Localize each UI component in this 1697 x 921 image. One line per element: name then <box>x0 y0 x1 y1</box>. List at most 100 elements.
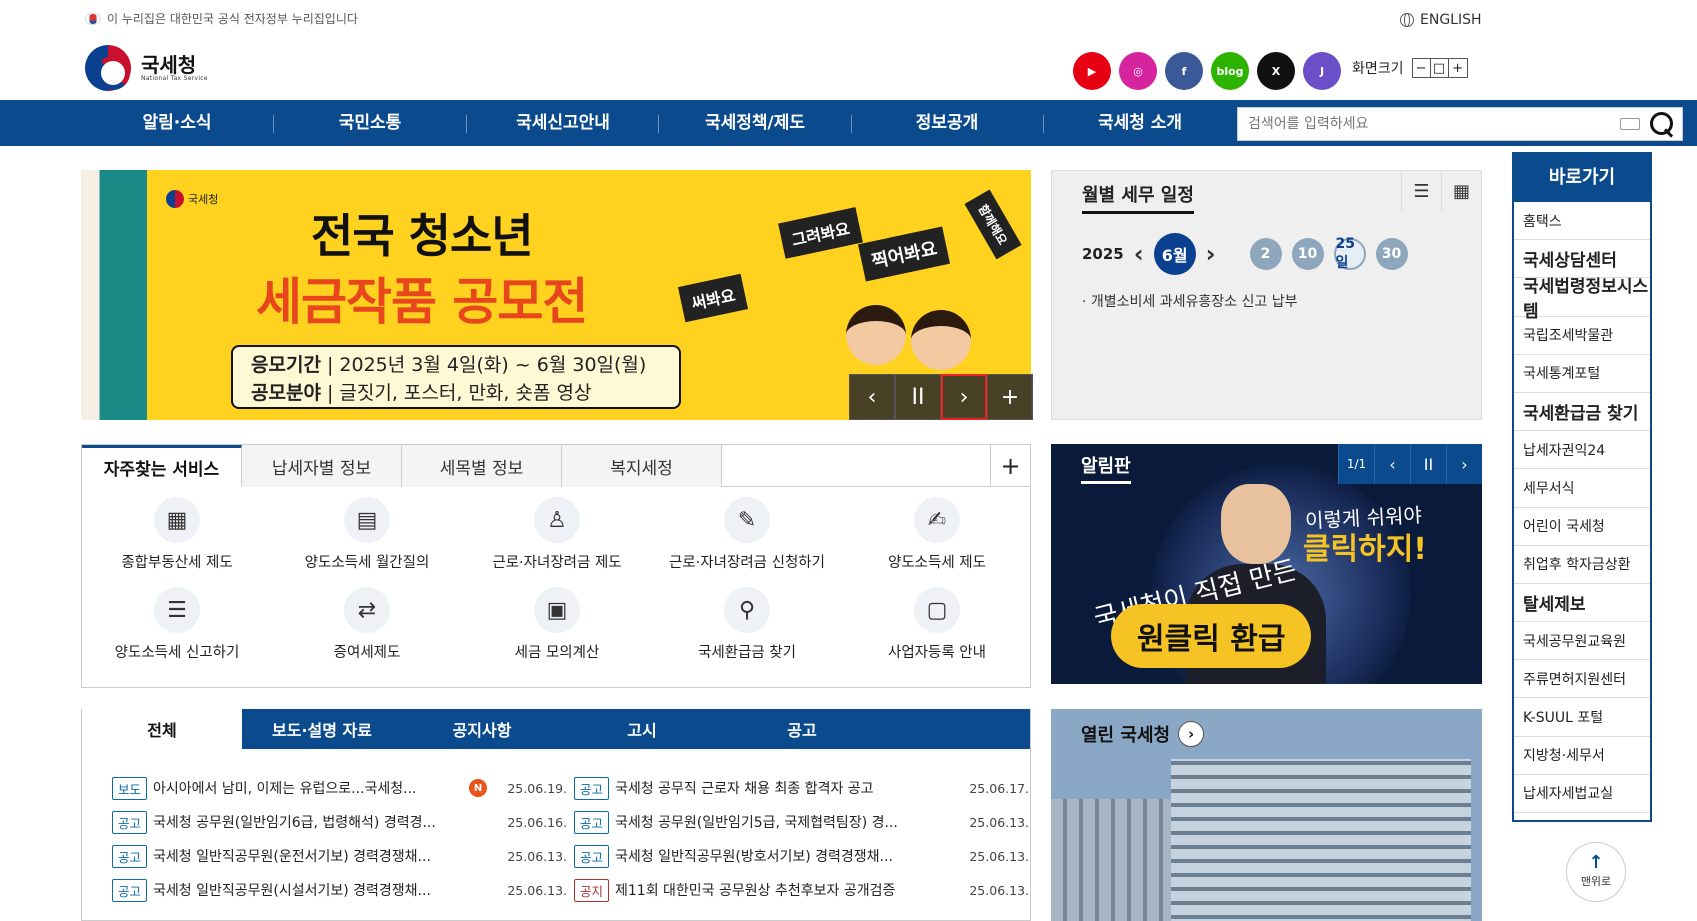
quick-link-item[interactable]: 탈세제보 <box>1514 584 1650 623</box>
english-link[interactable]: ENGLISH <box>1400 12 1482 28</box>
news-panel: 전체 보도·설명 자료 공지사항 고시 공고 보도 아시아에서 남미, 이제는 유… <box>81 709 1031 921</box>
logo-title: 국세청 <box>141 52 197 77</box>
news-row[interactable]: 공고 국세청 일반직공무원(운전서기보) 경력경쟁채... 25.06.13. <box>112 839 567 873</box>
service-item[interactable]: ✍ 양도소득세 제도 <box>842 497 1032 587</box>
quick-link-item[interactable]: 어린이 국세청 <box>1514 508 1650 546</box>
tab-all[interactable]: 전체 <box>82 709 242 749</box>
service-item[interactable]: ⇄ 증여세제도 <box>272 587 462 677</box>
instagram-icon[interactable]: ◎ <box>1119 52 1157 90</box>
service-item[interactable]: ▣ 세금 모의계산 <box>462 587 652 677</box>
service-item[interactable]: ▦ 종합부동산세 제도 <box>82 497 272 587</box>
schedule-day[interactable]: 2 <box>1249 238 1282 270</box>
banner-prev-button[interactable]: ‹ <box>849 374 895 420</box>
news-title-link[interactable]: 국세청 일반직공무원(시설서기보) 경력경쟁채... <box>153 880 503 900</box>
youtube-icon[interactable]: ▶ <box>1073 52 1111 90</box>
nav-about[interactable]: 국세청 소개 <box>1045 100 1235 146</box>
quick-link-item[interactable]: 국립조세박물관 <box>1514 317 1650 355</box>
calendar-icon[interactable]: ▦ <box>1441 171 1481 211</box>
nav-disclosure[interactable]: 정보공개 <box>852 100 1042 146</box>
nav-communication[interactable]: 국민소통 <box>275 100 465 146</box>
notice-pause-button[interactable]: II <box>1410 444 1446 484</box>
service-item[interactable]: ⚲ 국세환급금 찾기 <box>652 587 842 677</box>
news-title-link[interactable]: 국세청 공무원(일반임기5급, 국제협력팀장) 경... <box>615 812 965 832</box>
list-view-icon[interactable]: ☰ <box>1401 171 1441 211</box>
banner-next-button[interactable]: › <box>941 374 987 420</box>
nav-news[interactable]: 알림·소식 <box>82 100 272 146</box>
quick-link-item[interactable]: 납세자세법교실 <box>1514 775 1650 813</box>
field-label: 공모분야 <box>251 382 321 404</box>
nav-filing-guide[interactable]: 국세신고안내 <box>468 100 658 146</box>
news-title-link[interactable]: 아시아에서 남미, 이제는 유럽으로...국세청... <box>153 778 463 798</box>
tab-notices[interactable]: 공지사항 <box>402 709 562 749</box>
open-nts-title[interactable]: 열린 국세청 › <box>1081 721 1205 747</box>
quick-link-item[interactable]: 지방청·세무서 <box>1514 737 1650 775</box>
tab-tax-item-info[interactable]: 세목별 정보 <box>402 445 562 487</box>
news-row[interactable]: 공고 국세청 일반직공무원(방호서기보) 경력경쟁채... 25.06.13. <box>574 839 1029 873</box>
service-item[interactable]: ✎ 근로·자녀장려금 신청하기 <box>652 497 842 587</box>
quick-link-item[interactable]: 홈택스 <box>1514 202 1650 241</box>
tab-taxpayer-info[interactable]: 납세자별 정보 <box>242 445 402 487</box>
tab-frequent-services[interactable]: 자주찾는 서비스 <box>82 445 242 487</box>
next-month-icon[interactable]: › <box>1206 240 1216 268</box>
tab-announcements[interactable]: 고시 <box>562 709 722 749</box>
notice-board-banner[interactable]: 알림판 1/1 ‹ II › 이렇게 쉬워야 클릭하지! 국세청이 직접 만든 … <box>1051 444 1482 684</box>
service-item[interactable]: ☰ 양도소득세 신고하기 <box>82 587 272 677</box>
news-row[interactable]: 공고 국세청 공무직 근로자 채용 최종 합격자 공고 25.06.17. <box>574 771 1029 805</box>
quick-link-item[interactable]: K-SUUL 포털 <box>1514 698 1650 737</box>
open-nts-panel[interactable]: 열린 국세청 › <box>1051 709 1482 921</box>
news-title-link[interactable]: 국세청 일반직공무원(방호서기보) 경력경쟁채... <box>615 846 965 866</box>
virtual-keyboard-icon[interactable] <box>1620 118 1640 130</box>
quick-link-item[interactable]: 취업후 학자금상환 <box>1514 546 1650 584</box>
kakao-icon[interactable]: J <box>1303 52 1341 90</box>
quick-link-item[interactable]: 주류면허지원센터 <box>1514 660 1650 699</box>
site-logo[interactable]: 국세청 National Tax Service <box>85 45 208 91</box>
news-title-link[interactable]: 국세청 공무원(일반임기6급, 법령해석) 경력경... <box>153 812 503 832</box>
facebook-icon[interactable]: f <box>1165 52 1203 90</box>
prev-month-icon[interactable]: ‹ <box>1134 240 1144 268</box>
gov-notice-text: 이 누리집은 대한민국 공식 전자정부 누리집입니다 <box>107 12 358 26</box>
news-title-link[interactable]: 국세청 일반직공무원(운전서기보) 경력경쟁채... <box>153 846 503 866</box>
news-row[interactable]: 공고 국세청 공무원(일반임기5급, 국제협력팀장) 경... 25.06.13. <box>574 805 1029 839</box>
back-to-top-button[interactable]: ↑ 맨위로 <box>1566 842 1626 902</box>
service-label: 양도소득세 월간질의 <box>304 555 430 571</box>
news-row[interactable]: 보도 아시아에서 남미, 이제는 유럽으로...국세청... N 25.06.19. <box>112 771 567 805</box>
zoom-reset-button[interactable]: □ <box>1431 59 1449 77</box>
banner-pause-button[interactable]: II <box>895 374 941 420</box>
person-icon: ♙ <box>534 497 580 543</box>
notice-prev-button[interactable]: ‹ <box>1374 444 1410 484</box>
quick-link-item[interactable]: 납세자권익24 <box>1514 431 1650 470</box>
tab-press-releases[interactable]: 보도·설명 자료 <box>242 709 402 749</box>
service-item[interactable]: ▢ 사업자등록 안내 <box>842 587 1032 677</box>
notice-next-button[interactable]: › <box>1446 444 1482 484</box>
blog-icon[interactable]: blog <box>1211 52 1249 90</box>
quick-link-item[interactable]: 국세통계포털 <box>1514 355 1650 393</box>
tab-public-notices[interactable]: 공고 <box>722 709 882 749</box>
schedule-day-selected[interactable]: 25일 <box>1333 236 1366 271</box>
search-input[interactable] <box>1238 108 1620 140</box>
zoom-out-button[interactable]: − <box>1413 59 1431 77</box>
schedule-day[interactable]: 10 <box>1291 238 1324 270</box>
news-title-link[interactable]: 제11회 대한민국 공무원상 추천후보자 공개검증 <box>615 880 965 900</box>
service-item[interactable]: ♙ 근로·자녀장려금 제도 <box>462 497 652 587</box>
schedule-note[interactable]: · 개별소비세 과세유흥장소 신고 납부 <box>1082 291 1297 311</box>
news-row[interactable]: 공고 국세청 일반직공무원(시설서기보) 경력경쟁채... 25.06.13. <box>112 873 567 907</box>
news-title-link[interactable]: 국세청 공무직 근로자 채용 최종 합격자 공고 <box>615 778 965 798</box>
schedule-day[interactable]: 30 <box>1375 238 1408 270</box>
services-more-button[interactable]: + <box>990 445 1030 486</box>
x-icon[interactable]: X <box>1257 52 1295 90</box>
news-row[interactable]: 공고 국세청 공무원(일반임기6급, 법령해석) 경력경... 25.06.16. <box>112 805 567 839</box>
quick-link-item[interactable]: 세무서식 <box>1514 469 1650 508</box>
quick-link-item[interactable]: 국세공무원교육원 <box>1514 622 1650 661</box>
open-nts-label: 열린 국세청 <box>1081 725 1171 746</box>
zoom-in-button[interactable]: + <box>1449 59 1467 77</box>
field-value: 글짓기, 포스터, 만화, 숏폼 영상 <box>339 382 592 404</box>
news-row[interactable]: 공지 제11회 대한민국 공무원상 추천후보자 공개검증 25.06.13. <box>574 873 1029 907</box>
quick-link-item[interactable]: 국세환급금 찾기 <box>1514 393 1650 432</box>
nav-policy[interactable]: 국세정책/제도 <box>660 100 850 146</box>
bubble-write: 써봐요 <box>677 273 749 323</box>
search-icon[interactable] <box>1648 110 1676 138</box>
tab-welfare-tax[interactable]: 복지세정 <box>562 445 722 487</box>
service-item[interactable]: ▤ 양도소득세 월간질의 <box>272 497 462 587</box>
quick-link-item[interactable]: 국세법령정보시스템 <box>1514 277 1650 322</box>
banner-more-button[interactable]: + <box>987 374 1033 420</box>
